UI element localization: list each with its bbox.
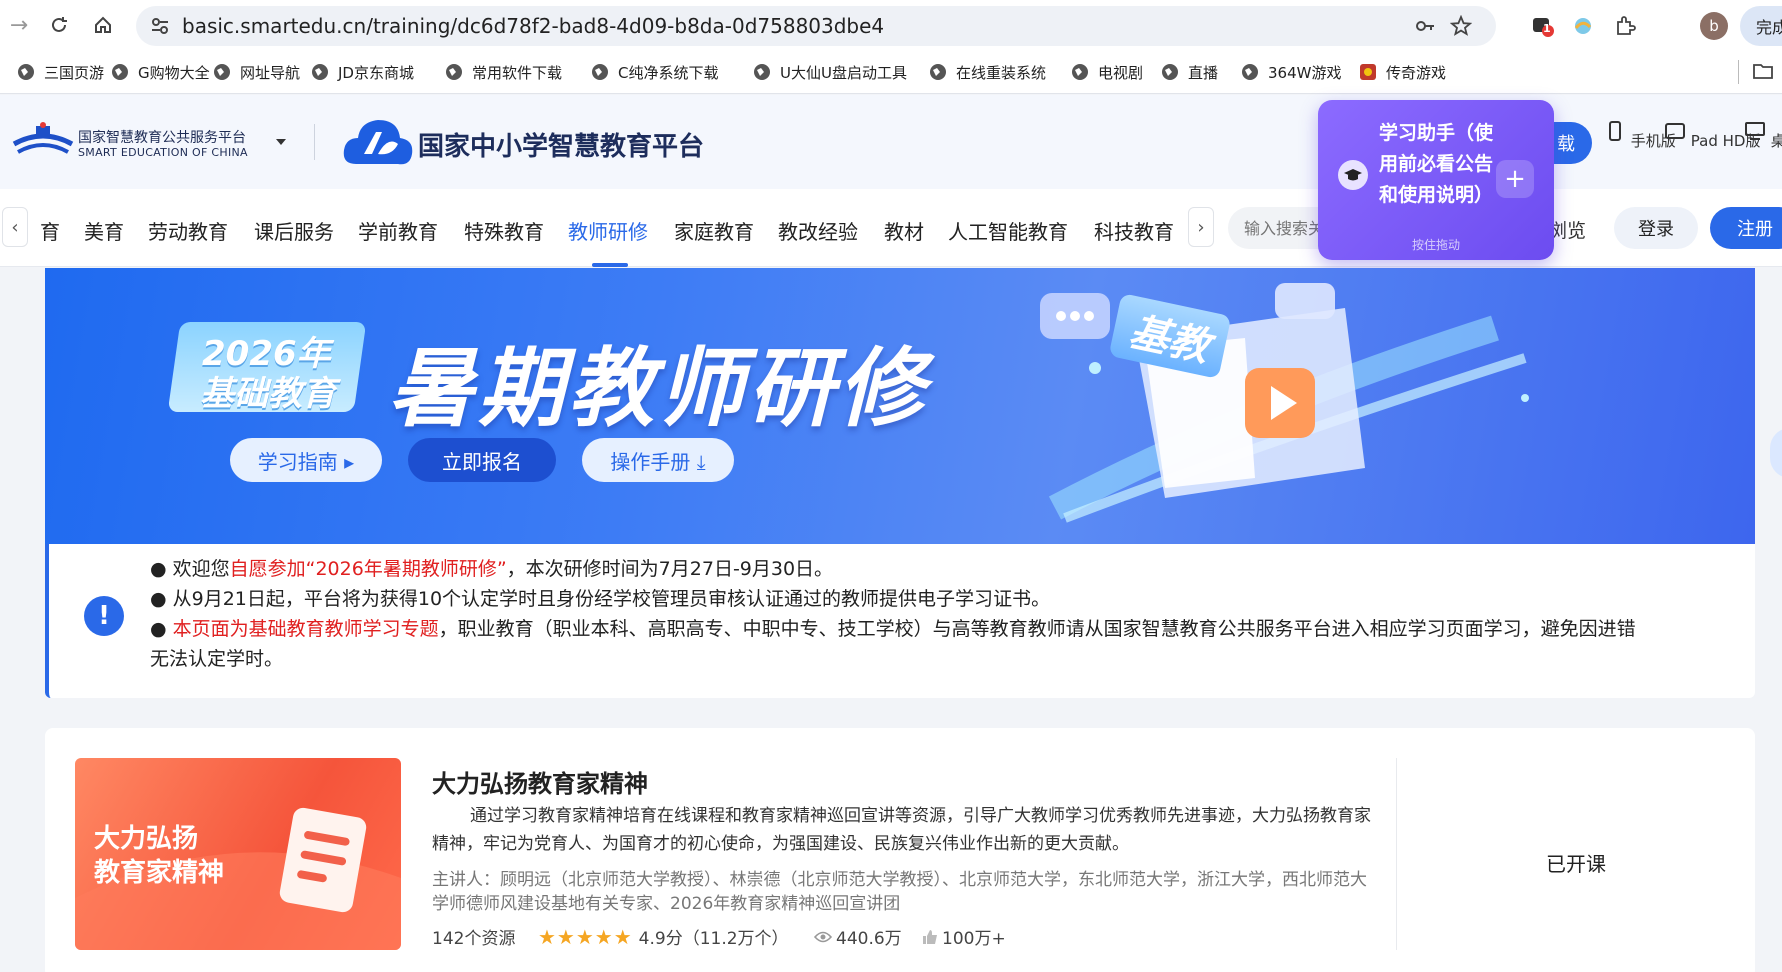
course-speakers: 主讲人：顾明远（北京师范大学教授）、林崇德（北京师范大学教授）、北京师范大学，东… [432, 870, 1367, 914]
finish-button[interactable]: 完成 [1740, 6, 1782, 46]
bookmark-item[interactable]: 直播 [1160, 60, 1218, 84]
reload-icon[interactable] [40, 6, 78, 44]
device-desktop[interactable]: 桌面端 [1744, 120, 1782, 151]
course-status: 已开课 [1546, 852, 1606, 876]
bookmark-item[interactable]: 三国页游 [16, 60, 104, 84]
site-title[interactable]: 国家中小学智慧教育平台 [418, 126, 704, 163]
thumbnail-text: 大力弘扬 教育家精神 [94, 824, 225, 888]
banner-title: 暑期教师研修 [388, 339, 928, 439]
side-float-button[interactable] [1770, 428, 1782, 478]
tab-teacher-training[interactable]: 教师研修 [568, 216, 648, 245]
learning-helper-widget[interactable]: 学习助手（使用前必看公告和使用说明） + 按住拖动 [1318, 100, 1554, 260]
password-key-icon[interactable] [1414, 15, 1436, 37]
tab-item[interactable]: 学前教育 [358, 216, 438, 245]
forward-icon[interactable]: → [0, 6, 38, 44]
active-tab-indicator [592, 263, 628, 267]
game-icon [1360, 64, 1376, 80]
globe-icon [214, 64, 230, 80]
resource-count: 142个资源 [432, 929, 516, 949]
thumbs-up-icon [923, 929, 937, 944]
register-button[interactable]: 注册 [1710, 207, 1782, 249]
extensions-puzzle-icon[interactable] [1612, 13, 1638, 39]
study-guide-button[interactable]: 学习指南 ▸ [230, 438, 382, 482]
tab-item[interactable]: 科技教育 [1094, 216, 1174, 245]
enroll-button[interactable]: 立即报名 [408, 438, 556, 482]
notice-line-1: ● 欢迎您自愿参加“2026年暑期教师研修”，本次研修时间为7月27日-9月30… [150, 558, 834, 580]
badge-line-2: 基础教育 [200, 374, 336, 414]
course-views: 440.6万 [814, 924, 902, 949]
tab-item[interactable]: 劳动教育 [148, 216, 228, 245]
course-title[interactable]: 大力弘扬教育家精神 [432, 764, 648, 799]
extension-badge-icon[interactable]: 1 [1530, 13, 1556, 39]
helper-title[interactable]: 学习助手（使用前必看公告和使用说明） [1376, 118, 1496, 211]
folder-icon[interactable] [1752, 60, 1774, 86]
globe-icon [1162, 64, 1178, 80]
login-button[interactable]: 登录 [1614, 207, 1698, 249]
tab-item[interactable]: 特殊教育 [464, 216, 544, 245]
tab-item[interactable]: 育 [40, 216, 60, 245]
eye-icon [814, 931, 832, 942]
org-logo-icon[interactable] [12, 122, 74, 162]
edge-ext-icon[interactable] [1570, 13, 1596, 39]
notice-line-2: ● 从9月21日起，平台将为获得10个认定学时且身份经学校管理员审核认证通过的教… [150, 588, 1051, 610]
tab-item[interactable]: 人工智能教育 [948, 216, 1068, 245]
bookmark-star-icon[interactable] [1450, 15, 1472, 37]
address-bar[interactable]: basic.smartedu.cn/training/dc6d78f2-bad8… [136, 6, 1496, 46]
globe-icon [930, 64, 946, 80]
tab-item[interactable]: 美育 [84, 216, 124, 245]
profile-avatar[interactable]: b [1700, 12, 1728, 40]
desktop-icon [1745, 122, 1765, 140]
manual-button[interactable]: 操作手册 ⤓ [582, 438, 734, 482]
tab-item[interactable]: 家庭教育 [674, 216, 754, 245]
course-rating: ★★★★★ 4.9分（11.2万个） [538, 924, 789, 950]
bookmark-separator [1738, 60, 1739, 84]
globe-icon [754, 64, 770, 80]
bookmark-item[interactable]: 电视剧 [1070, 60, 1143, 84]
bookmark-item[interactable]: 传奇游戏 [1358, 60, 1446, 84]
tab-item[interactable]: 教材 [884, 216, 924, 245]
globe-icon [592, 64, 608, 80]
globe-icon [446, 64, 462, 80]
drag-hint: 按住拖动 [1411, 238, 1460, 252]
phone-icon [1609, 121, 1621, 141]
globe-icon [112, 64, 128, 80]
home-icon[interactable] [84, 6, 122, 44]
nav-prev-button[interactable]: ‹ [2, 207, 28, 247]
url-text[interactable]: basic.smartedu.cn/training/dc6d78f2-bad8… [182, 14, 884, 38]
notice-line-3: ● 本页面为基础教育教师学习专题，职业教育（职业本科、高职高专、中职中专、技工学… [150, 618, 1636, 640]
extension-badge-count: 1 [1543, 22, 1551, 35]
course-description: 通过学习教育家精神培育在线课程和教育家精神巡回宣讲等资源，引导广大教师学习优秀教… [432, 806, 1371, 854]
site-info-icon[interactable] [150, 16, 170, 36]
bookmark-item[interactable]: U大仙U盘启动工具 [752, 60, 907, 84]
tablet-icon [1665, 123, 1685, 139]
bookmark-item[interactable]: G购物大全 [110, 60, 210, 84]
course-likes[interactable]: 100万+ [922, 924, 1006, 949]
org-name-en: SMART EDUCATION OF CHINA [78, 146, 248, 159]
globe-icon [1072, 64, 1088, 80]
bookmark-item[interactable]: 在线重装系统 [928, 60, 1046, 84]
chevron-down-icon[interactable] [276, 139, 286, 145]
globe-icon [18, 64, 34, 80]
bookmark-item[interactable]: JD京东商城 [310, 60, 414, 84]
bookmark-item[interactable]: 364W游戏 [1240, 60, 1341, 84]
graduation-cap-icon [1338, 160, 1368, 190]
nav-next-button[interactable]: › [1188, 207, 1214, 247]
browser-toolbar: → basic.smartedu.cn/training/dc6d78f2-ba… [0, 0, 1782, 50]
bookmark-item[interactable]: 常用软件下载 [444, 60, 562, 84]
bookmark-item[interactable]: 网址导航 [212, 60, 300, 84]
header-divider [314, 124, 315, 160]
tab-item[interactable]: 教改经验 [778, 216, 858, 245]
card-divider [1396, 758, 1397, 950]
info-icon: ! [84, 596, 124, 636]
globe-icon [1242, 64, 1258, 80]
add-icon[interactable]: + [1496, 160, 1534, 198]
notice-line-4: 无法认定学时。 [150, 648, 284, 670]
tab-item[interactable]: 课后服务 [254, 216, 334, 245]
org-name[interactable]: 国家智慧教育公共服务平台 [78, 127, 246, 147]
bookmark-item[interactable]: C纯净系统下载 [590, 60, 718, 84]
star-rating-icon: ★★★★★ [538, 924, 633, 949]
site-logo-icon[interactable] [342, 114, 414, 172]
globe-icon [312, 64, 328, 80]
